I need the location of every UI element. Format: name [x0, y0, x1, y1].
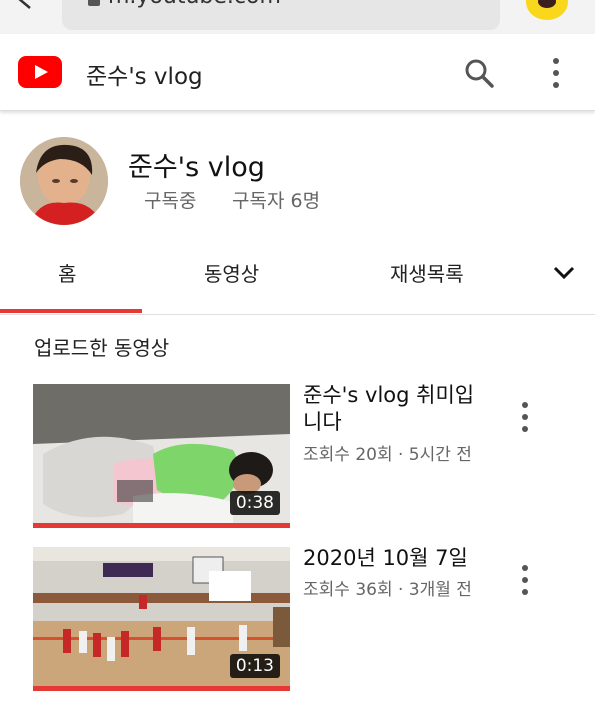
video-duration: 0:13: [229, 654, 280, 678]
channel-name: 준수's vlog: [128, 152, 265, 183]
youtube-logo-icon[interactable]: [18, 56, 62, 88]
video-meta: 조회수 20회 · 5시간 전: [303, 445, 472, 465]
video-meta: 조회수 36회 · 3개월 전: [303, 580, 472, 600]
tab-videos[interactable]: 동영상: [204, 258, 259, 287]
video-item[interactable]: 0:13 2020년 10월 7일 조회수 36회 · 3개월 전: [0, 545, 595, 695]
watched-progress-bar: [33, 686, 290, 691]
lock-icon: [88, 0, 100, 6]
subscriber-count: 구독자 6명: [232, 190, 321, 212]
kakaotalk-icon[interactable]: [526, 0, 568, 20]
tab-playlists[interactable]: 재생목록: [390, 258, 464, 287]
video-item[interactable]: 0:38 준수's vlog 취미입니다 조회수 20회 · 5시간 전: [0, 382, 595, 532]
video-more-options-icon[interactable]: [517, 400, 533, 434]
video-thumbnail[interactable]: 0:13: [33, 547, 290, 691]
search-icon[interactable]: [464, 58, 494, 88]
subscribe-status[interactable]: 구독중: [144, 186, 196, 213]
chevron-down-icon[interactable]: [553, 265, 575, 281]
video-title[interactable]: 준수's vlog 취미입니다: [303, 382, 493, 436]
back-arrow-icon[interactable]: [14, 0, 38, 10]
address-bar[interactable]: m.youtube.com: [62, 0, 500, 30]
video-duration: 0:38: [229, 491, 280, 515]
channel-avatar[interactable]: [20, 137, 108, 225]
app-header: 준수's vlog: [0, 34, 595, 111]
video-more-options-icon[interactable]: [517, 563, 533, 597]
avatar-image: [20, 137, 108, 225]
active-tab-indicator: [0, 309, 142, 313]
more-options-icon[interactable]: [548, 56, 564, 90]
url-text: m.youtube.com: [108, 0, 281, 9]
video-thumbnail[interactable]: 0:38: [33, 384, 290, 528]
browser-toolbar: m.youtube.com: [0, 0, 595, 34]
channel-tabs: 홈 동영상 재생목록: [0, 242, 595, 315]
watched-progress-bar: [33, 523, 290, 528]
section-title: 업로드한 동영상: [34, 336, 170, 360]
tab-home[interactable]: 홈: [58, 258, 76, 287]
header-title: 준수's vlog: [86, 64, 203, 90]
video-title[interactable]: 2020년 10월 7일: [303, 545, 493, 572]
